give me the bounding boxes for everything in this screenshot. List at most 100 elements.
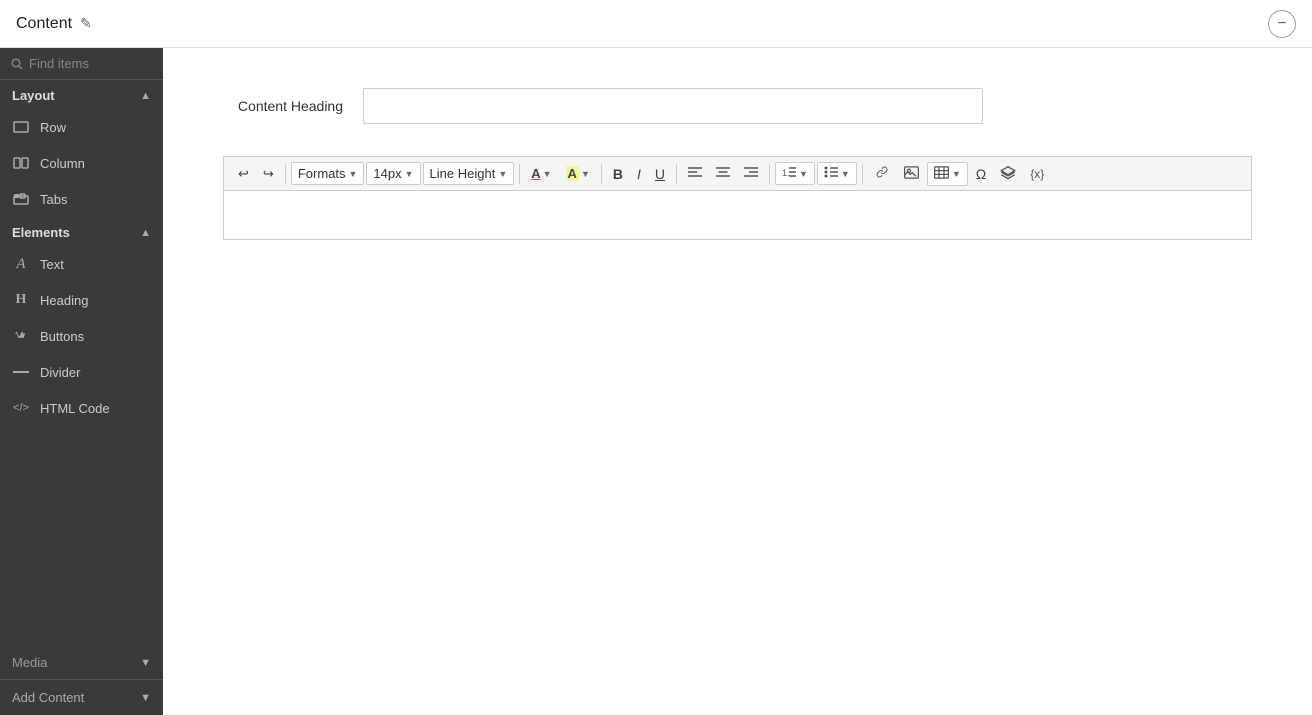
sidebar-item-text[interactable]: A Text <box>0 246 163 282</box>
table-button[interactable]: ▼ <box>927 162 968 186</box>
html-code-label: HTML Code <box>40 401 110 416</box>
toolbar-sep-4 <box>676 164 677 184</box>
layout-section-header[interactable]: Layout ▲ <box>0 80 163 109</box>
font-color-button[interactable]: A ▼ <box>525 162 557 185</box>
special-char-icon: Ω <box>976 166 986 182</box>
italic-button[interactable]: I <box>631 162 647 186</box>
formats-label: Formats <box>298 166 346 181</box>
layout-chevron-up-icon: ▲ <box>140 90 151 102</box>
underline-button[interactable]: U <box>649 162 671 186</box>
formats-dropdown[interactable]: Formats ▼ <box>291 162 365 185</box>
sidebar-bottom: Media ▼ Add Content ▼ <box>0 646 163 715</box>
text-element-icon: A <box>12 255 30 273</box>
bg-color-icon: A <box>566 166 579 181</box>
elements-section-header[interactable]: Elements ▲ <box>0 217 163 246</box>
tabs-label: Tabs <box>40 192 67 207</box>
table-icon <box>934 166 949 182</box>
media-chevron-down-icon: ▼ <box>140 657 151 669</box>
content-heading-row: Content Heading <box>223 88 1252 124</box>
divider-element-icon <box>12 363 30 381</box>
line-height-chevron-down-icon: ▼ <box>498 169 507 179</box>
editor-toolbar: ↩ ↪ Formats ▼ 14px ▼ Line Height ▼ A ▼ <box>223 156 1252 190</box>
media-section-header[interactable]: Media ▼ <box>0 646 163 679</box>
ordered-list-button[interactable]: 1. ▼ <box>775 162 815 185</box>
top-bar: Content ✎ − <box>0 0 1312 48</box>
search-input[interactable] <box>29 56 153 71</box>
elements-section-label: Elements <box>12 225 70 240</box>
top-bar-left: Content ✎ <box>16 15 92 33</box>
divider-label: Divider <box>40 365 80 380</box>
bold-button[interactable]: B <box>607 162 629 186</box>
close-icon: − <box>1277 15 1286 33</box>
unordered-list-icon <box>824 166 838 181</box>
close-button[interactable]: − <box>1268 10 1296 38</box>
underline-icon: U <box>655 166 665 182</box>
ul-chevron-icon: ▼ <box>841 169 850 179</box>
search-icon <box>10 57 23 70</box>
buttons-label: Buttons <box>40 329 84 344</box>
sidebar-search-container <box>0 48 163 80</box>
row-label: Row <box>40 120 66 135</box>
sidebar-item-divider[interactable]: Divider <box>0 354 163 390</box>
ol-chevron-icon: ▼ <box>799 169 808 179</box>
row-icon <box>12 118 30 136</box>
text-label: Text <box>40 257 64 272</box>
add-content-label: Add Content <box>12 690 84 705</box>
redo-icon: ↪ <box>263 166 274 182</box>
content-area: Content Heading ↩ ↪ Formats ▼ 14px ▼ Lin… <box>163 48 1312 715</box>
align-center-button[interactable] <box>710 162 736 185</box>
bg-color-button[interactable]: A ▼ <box>560 162 596 185</box>
column-icon <box>12 154 30 172</box>
edit-icon[interactable]: ✎ <box>80 15 92 32</box>
add-content-chevron-down-icon: ▼ <box>140 692 151 704</box>
toolbar-sep-6 <box>862 164 863 184</box>
sidebar: Layout ▲ Row Column <box>0 48 163 715</box>
variable-button[interactable]: {x} <box>1024 163 1050 185</box>
redo-button[interactable]: ↪ <box>257 162 280 186</box>
table-chevron-icon: ▼ <box>952 169 961 179</box>
align-center-icon <box>716 166 730 181</box>
undo-button[interactable]: ↩ <box>232 162 255 186</box>
tabs-icon <box>12 190 30 208</box>
layers-button[interactable] <box>994 161 1022 186</box>
special-char-button[interactable]: Ω <box>970 162 992 186</box>
link-button[interactable] <box>868 162 896 185</box>
sidebar-item-row[interactable]: Row <box>0 109 163 145</box>
formats-chevron-down-icon: ▼ <box>348 169 357 179</box>
sidebar-item-buttons[interactable]: Buttons <box>0 318 163 354</box>
ordered-list-icon: 1. <box>782 166 796 181</box>
line-height-label: Line Height <box>430 166 496 181</box>
page-title: Content <box>16 15 72 33</box>
buttons-element-icon <box>12 327 30 345</box>
media-section-label: Media <box>12 655 47 670</box>
unordered-list-button[interactable]: ▼ <box>817 162 857 185</box>
align-right-button[interactable] <box>738 162 764 185</box>
layers-icon <box>1000 165 1016 182</box>
content-heading-input[interactable] <box>363 88 983 124</box>
sidebar-item-column[interactable]: Column <box>0 145 163 181</box>
image-button[interactable] <box>898 162 925 186</box>
toolbar-sep-3 <box>601 164 602 184</box>
layout-section-label: Layout <box>12 88 55 103</box>
sidebar-item-heading[interactable]: H Heading <box>0 282 163 318</box>
sidebar-item-html-code[interactable]: </> HTML Code <box>0 390 163 426</box>
font-color-chevron-icon: ▼ <box>543 169 552 179</box>
sidebar-item-tabs[interactable]: Tabs <box>0 181 163 217</box>
variable-icon: {x} <box>1030 167 1044 181</box>
align-right-icon <box>744 166 758 181</box>
main-layout: Layout ▲ Row Column <box>0 48 1312 715</box>
align-left-icon <box>688 166 702 181</box>
link-icon <box>874 166 890 181</box>
align-left-button[interactable] <box>682 162 708 185</box>
heading-element-icon: H <box>12 291 30 309</box>
italic-icon: I <box>637 166 641 182</box>
editor-content[interactable] <box>223 190 1252 240</box>
line-height-dropdown[interactable]: Line Height ▼ <box>423 162 515 185</box>
font-size-dropdown[interactable]: 14px ▼ <box>366 162 420 185</box>
font-size-label: 14px <box>373 166 401 181</box>
heading-label: Heading <box>40 293 88 308</box>
add-content-button[interactable]: Add Content ▼ <box>0 679 163 715</box>
elements-chevron-up-icon: ▲ <box>140 227 151 239</box>
font-size-chevron-down-icon: ▼ <box>405 169 414 179</box>
toolbar-sep-1 <box>285 164 286 184</box>
